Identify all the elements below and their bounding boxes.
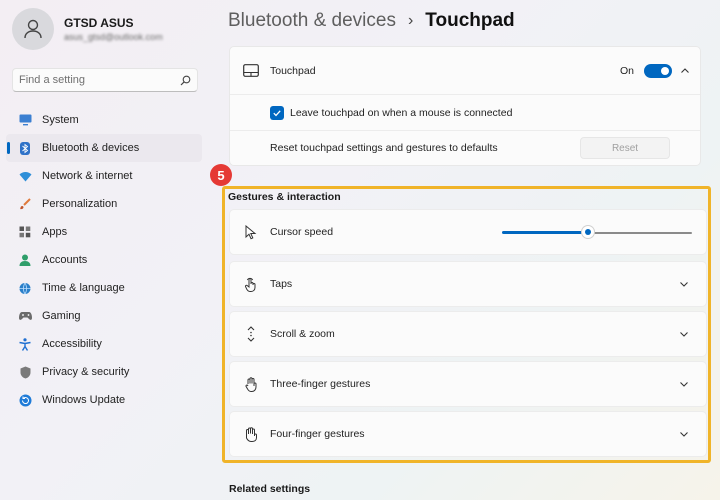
slider-track: [594, 232, 692, 234]
sidebar-item-label: Network & internet: [42, 170, 133, 182]
sidebar-item-personalization[interactable]: Personalization: [6, 190, 202, 218]
bluetooth-icon: [18, 141, 32, 155]
sidebar-item-time-language[interactable]: Time & language: [6, 274, 202, 302]
step-badge: 5: [210, 164, 232, 186]
slider-thumb[interactable]: [582, 226, 594, 238]
sidebar-item-apps[interactable]: Apps: [6, 218, 202, 246]
chevron-down-icon[interactable]: [678, 328, 690, 340]
sidebar-item-accessibility[interactable]: Accessibility: [6, 330, 202, 358]
cursor-speed-card: Cursor speed: [229, 209, 707, 255]
touchpad-header-row[interactable]: Touchpad On: [230, 47, 700, 95]
taps-card[interactable]: Taps: [229, 261, 707, 307]
globe-clock-icon: [18, 281, 32, 295]
three-finger-card[interactable]: Three-finger gestures: [229, 361, 707, 407]
touchpad-toggle[interactable]: [644, 64, 672, 78]
sidebar-item-label: Accessibility: [42, 338, 102, 350]
accounts-icon: [18, 253, 32, 267]
scroll-zoom-label: Scroll & zoom: [270, 328, 335, 340]
sidebar-item-privacy-security[interactable]: Privacy & security: [6, 358, 202, 386]
tap-icon: [242, 275, 260, 293]
four-finger-icon: [242, 425, 260, 443]
reset-button[interactable]: Reset: [580, 137, 670, 159]
slider-fill: [502, 231, 582, 234]
touchpad-label: Touchpad: [270, 64, 316, 77]
chevron-down-icon[interactable]: [678, 378, 690, 390]
four-finger-card[interactable]: Four-finger gestures: [229, 411, 707, 457]
taps-label: Taps: [270, 278, 293, 290]
breadcrumb: Bluetooth & devices › Touchpad: [228, 8, 515, 34]
cursor-speed-label: Cursor speed: [270, 226, 334, 238]
scroll-icon: [242, 325, 260, 343]
checkmark-icon: [273, 109, 281, 116]
shield-icon: [18, 365, 32, 379]
touchpad-card: Touchpad On Leave touchpad on when a mou…: [229, 46, 701, 166]
sidebar-item-windows-update[interactable]: Windows Update: [6, 386, 202, 414]
sidebar-item-network[interactable]: Network & internet: [6, 162, 202, 190]
avatar[interactable]: [12, 8, 54, 50]
profile[interactable]: GTSD ASUS asus_gtsd@outlook.com: [12, 8, 163, 50]
accessibility-icon: [18, 337, 32, 351]
sidebar-item-label: Apps: [42, 226, 68, 238]
search-input[interactable]: [19, 74, 169, 86]
sidebar-item-system[interactable]: System: [6, 106, 202, 134]
chevron-down-icon[interactable]: [678, 278, 690, 290]
three-finger-icon: [242, 375, 260, 393]
sidebar-item-label: Accounts: [42, 254, 88, 266]
breadcrumb-parent[interactable]: Bluetooth & devices: [228, 10, 396, 32]
sidebar-item-label: Privacy & security: [42, 366, 130, 378]
breadcrumb-separator: ›: [407, 12, 414, 29]
cursor-icon: [242, 223, 260, 241]
profile-name: GTSD ASUS: [64, 16, 134, 30]
three-finger-label: Three-finger gestures: [270, 378, 371, 390]
four-finger-label: Four-finger gestures: [270, 428, 365, 440]
sidebar-item-label: Windows Update: [42, 394, 126, 406]
sidebar-item-label: Gaming: [42, 310, 81, 322]
related-settings-title: Related settings: [229, 483, 311, 495]
monitor-icon: [18, 113, 32, 127]
wifi-icon: [18, 169, 32, 183]
search-icon[interactable]: [180, 75, 191, 86]
page-title: Touchpad: [425, 10, 515, 31]
update-icon: [18, 393, 32, 407]
apps-icon: [18, 225, 32, 239]
reset-label: Reset touchpad settings and gestures to …: [270, 142, 498, 154]
brush-icon: [18, 197, 32, 211]
search-box[interactable]: [12, 68, 198, 92]
leave-on-checkbox[interactable]: [270, 105, 284, 120]
touchpad-state-label: On: [619, 65, 634, 77]
leave-on-row: Leave touchpad on when a mouse is connec…: [230, 95, 700, 131]
sidebar-item-label: Personalization: [42, 198, 118, 210]
leave-on-label: Leave touchpad on when a mouse is connec…: [290, 106, 513, 119]
touchpad-icon: [242, 62, 260, 80]
user-icon: [24, 19, 42, 39]
sidebar-item-label: Bluetooth & devices: [42, 142, 140, 154]
chevron-up-icon[interactable]: [680, 66, 690, 76]
reset-row: Reset touchpad settings and gestures to …: [230, 131, 700, 165]
sidebar-item-gaming[interactable]: Gaming: [6, 302, 202, 330]
sidebar-item-bluetooth[interactable]: Bluetooth & devices: [6, 134, 202, 162]
gamepad-icon: [18, 309, 32, 323]
cursor-speed-slider[interactable]: [502, 226, 692, 238]
profile-email: asus_gtsd@outlook.com: [64, 32, 163, 42]
sidebar-nav: System Bluetooth & devices Network & int…: [6, 106, 202, 414]
sidebar-item-label: System: [42, 114, 79, 126]
sidebar-item-accounts[interactable]: Accounts: [6, 246, 202, 274]
sidebar-item-label: Time & language: [42, 282, 125, 294]
chevron-down-icon[interactable]: [678, 428, 690, 440]
gestures-section-title: Gestures & interaction: [228, 191, 341, 203]
scroll-zoom-card[interactable]: Scroll & zoom: [229, 311, 707, 357]
sidebar: GTSD ASUS asus_gtsd@outlook.com System B…: [0, 0, 210, 500]
